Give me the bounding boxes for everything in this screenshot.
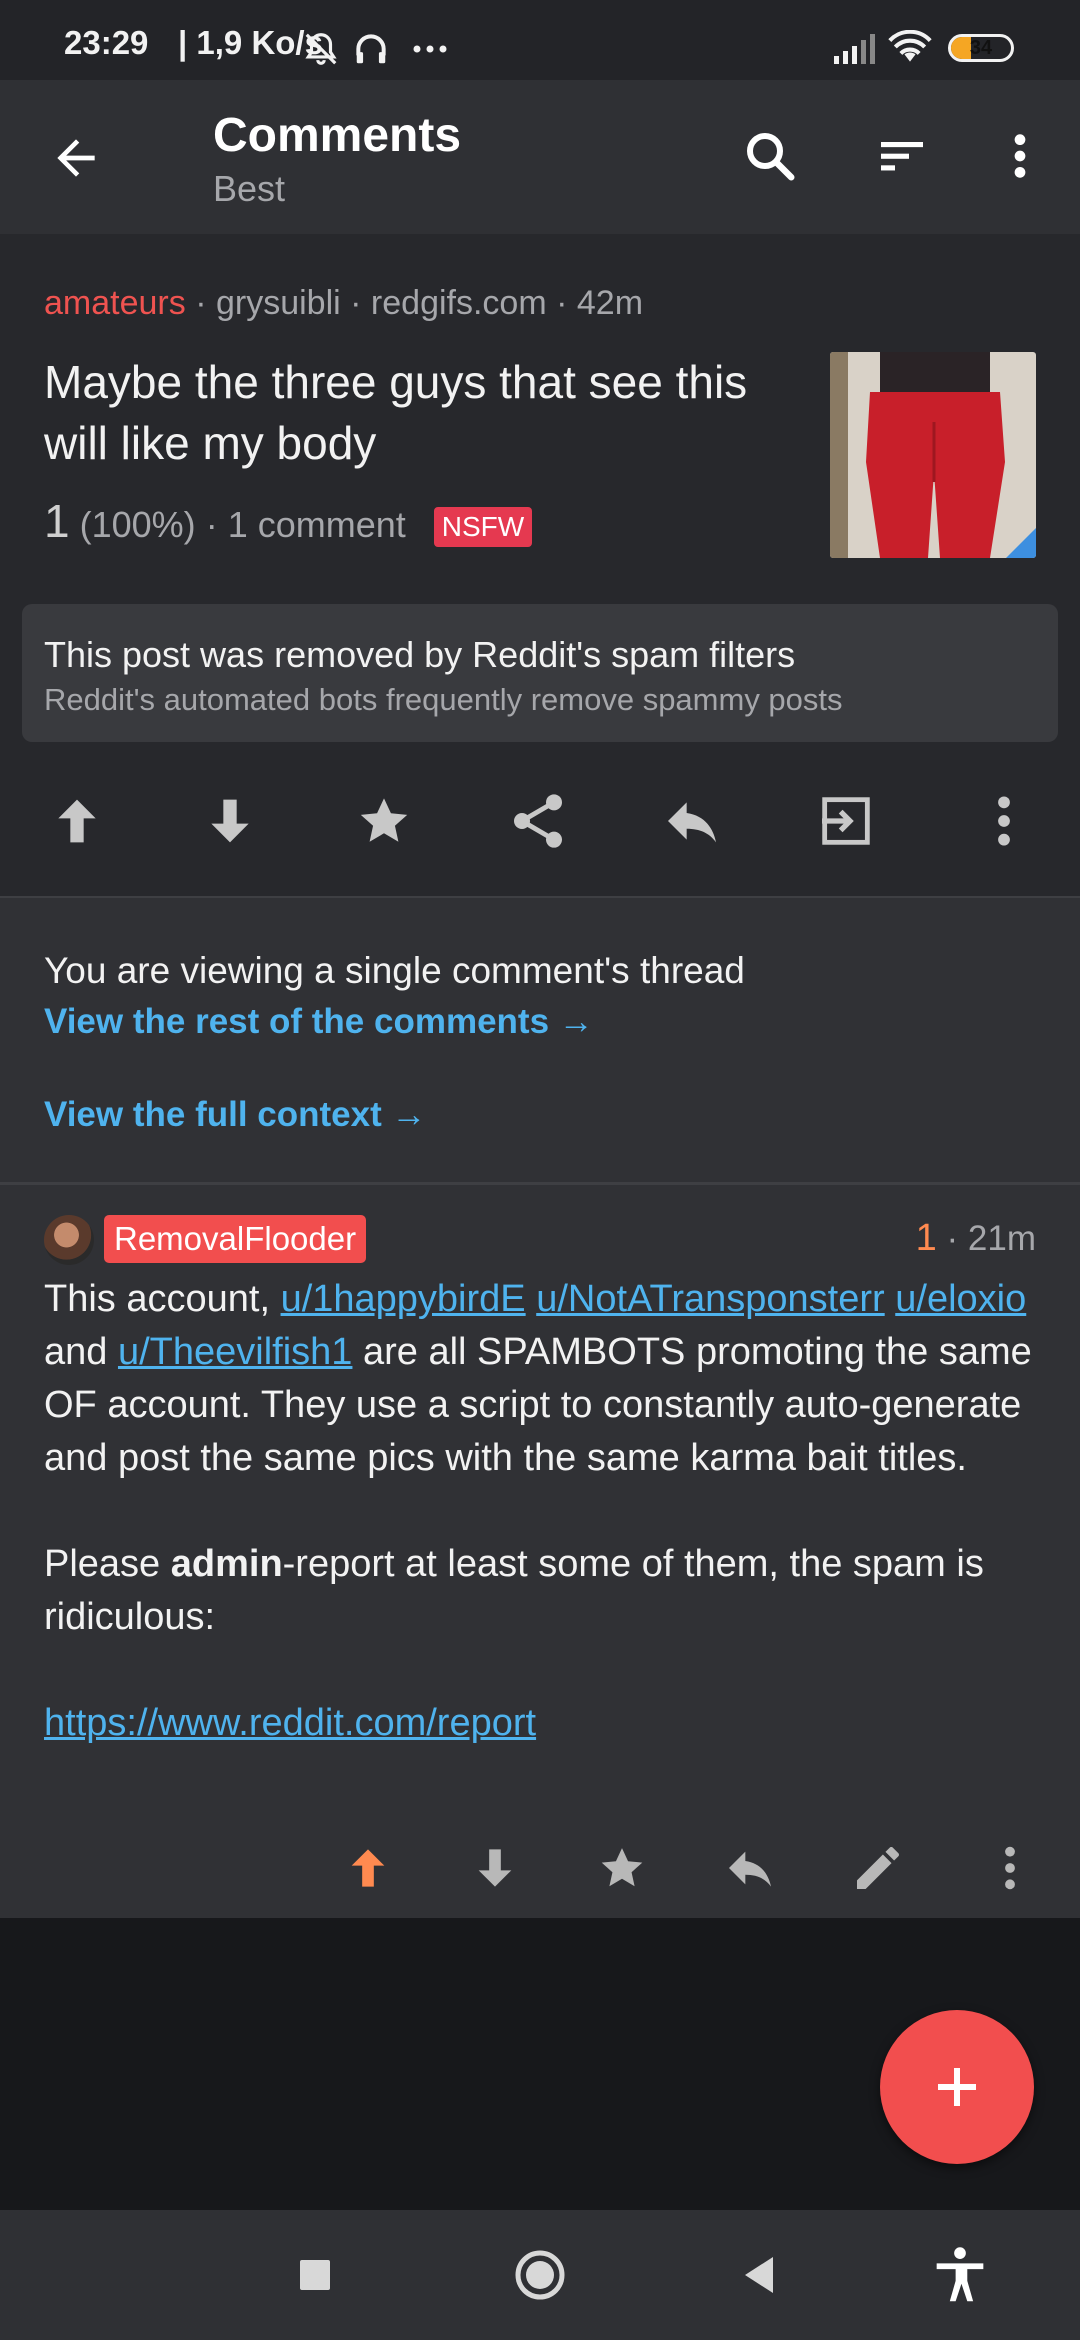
star-icon[interactable] (352, 789, 416, 853)
avatar[interactable] (44, 1215, 94, 1265)
user-link[interactable]: u/1happybirdE (281, 1278, 526, 1320)
post-card[interactable]: amateurs · grysuibli · redgifs.com · 42m… (0, 234, 1080, 896)
plus-icon (938, 2068, 976, 2106)
battery-level: 34 (969, 37, 993, 59)
recents-icon[interactable] (280, 2240, 350, 2310)
battery-indicator: 34 (948, 34, 1014, 62)
status-time: 23:29 (64, 24, 149, 61)
reply-icon[interactable] (660, 789, 724, 853)
post-stats: 1 (100%) · 1 comment NSFW (44, 494, 533, 548)
comment-paragraph: https://www.reddit.com/report (44, 1697, 1034, 1750)
comment-meta: 1 · 21m (916, 1217, 1036, 1260)
removed-title: This post was removed by Reddit's spam f… (44, 634, 796, 675)
open-icon[interactable] (814, 789, 878, 853)
comment-paragraph: This account, u/1happybirdE u/NotATransp… (44, 1273, 1034, 1485)
alarm-off-icon (302, 30, 340, 68)
signal-icon (834, 34, 876, 64)
comment-text: and (44, 1331, 118, 1373)
toolbar: Comments Best (0, 80, 1080, 234)
comment-text: This account, (44, 1278, 281, 1320)
comment-text: Please (44, 1543, 171, 1585)
view-full-context-link[interactable]: View the full context → (44, 1095, 426, 1135)
report-link[interactable]: https://www.reddit.com/report (44, 1702, 536, 1744)
comment-body: This account, u/1happybirdE u/NotATransp… (44, 1273, 1034, 1750)
comment-count: 1 comment (227, 504, 406, 545)
user-link[interactable]: u/eloxio (895, 1278, 1026, 1320)
removed-detail: Reddit's automated bots frequently remov… (44, 682, 843, 717)
view-rest-comments-link[interactable]: View the rest of the comments → (44, 1002, 594, 1042)
subreddit-name[interactable]: amateurs (44, 284, 186, 322)
comment-score: 1 (915, 1217, 937, 1259)
back-icon[interactable] (725, 2240, 795, 2310)
back-arrow-icon[interactable] (48, 130, 104, 186)
post-thumbnail[interactable] (830, 352, 1036, 558)
sort-icon[interactable] (874, 128, 930, 184)
nsfw-badge: NSFW (433, 507, 533, 548)
comment-bold-text: admin (170, 1543, 283, 1585)
upvote-ratio: (100%) (79, 504, 196, 545)
reply-icon[interactable] (722, 1840, 778, 1896)
more-vertical-icon[interactable] (986, 1840, 1042, 1896)
comment-author[interactable]: RemovalFlooder (104, 1215, 367, 1263)
wifi-icon (888, 30, 932, 64)
more-vertical-icon[interactable] (976, 789, 1040, 853)
add-comment-button[interactable] (880, 2010, 1034, 2164)
single-thread-notice: You are viewing a single comment's threa… (0, 898, 1080, 1182)
accessibility-icon[interactable] (925, 2240, 995, 2310)
page-title: Comments (213, 109, 462, 162)
downvote-icon[interactable] (198, 789, 262, 853)
post-domain: redgifs.com (370, 284, 547, 322)
upvote-icon[interactable] (340, 1840, 396, 1896)
search-icon[interactable] (740, 126, 800, 186)
edit-icon[interactable] (850, 1840, 906, 1896)
post-meta: amateurs · grysuibli · redgifs.com · 42m (44, 284, 644, 322)
post-age: 42m (576, 284, 644, 322)
post-author[interactable]: grysuibli (216, 284, 341, 322)
more-notifications-icon (412, 44, 448, 54)
system-nav-bar (0, 2210, 1080, 2340)
upvote-icon[interactable] (45, 789, 109, 853)
status-bar: 23:29 | 1,9 Ko/s 34 (0, 0, 1080, 80)
more-vertical-icon[interactable] (1000, 128, 1040, 184)
post-score: 1 (44, 495, 70, 547)
comment[interactable]: RemovalFlooder 1 · 21m This account, u/1… (0, 1185, 1080, 1918)
sort-label: Best (213, 168, 286, 209)
downvote-icon[interactable] (467, 1840, 523, 1896)
single-thread-message: You are viewing a single comment's threa… (44, 950, 745, 991)
comment-age: · 21m (946, 1219, 1036, 1258)
comment-paragraph: Please admin-report at least some of the… (44, 1538, 1034, 1644)
home-icon[interactable] (505, 2240, 575, 2310)
headphones-icon (352, 30, 390, 68)
user-link[interactable]: u/Theevilfish1 (118, 1331, 352, 1373)
user-link[interactable]: u/NotATransponsterr (536, 1278, 884, 1320)
share-icon[interactable] (506, 789, 570, 853)
post-title[interactable]: Maybe the three guys that see this will … (44, 352, 804, 474)
star-icon[interactable] (594, 1840, 650, 1896)
removed-notice: This post was removed by Reddit's spam f… (22, 604, 1058, 742)
